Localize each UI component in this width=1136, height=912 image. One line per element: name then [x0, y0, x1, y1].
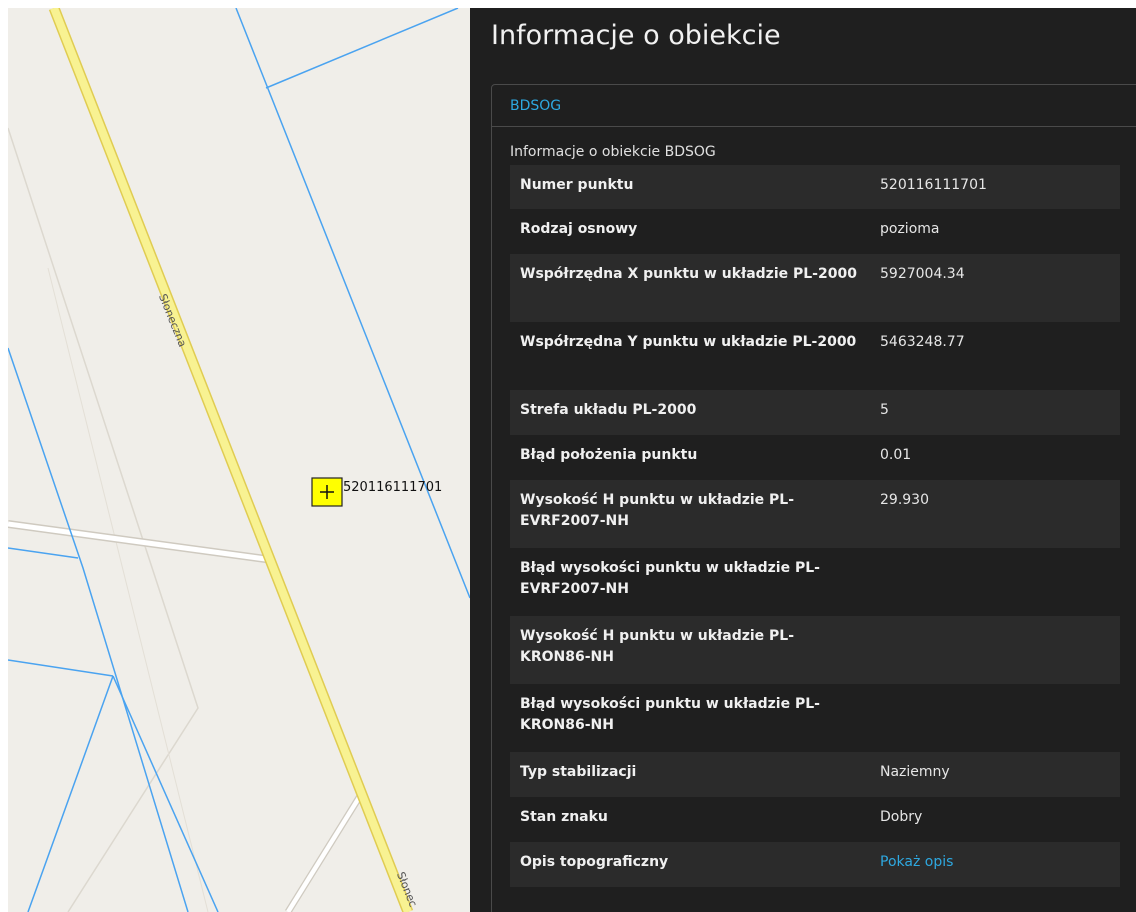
attribute-value-cell: Pokaż opis: [870, 842, 1120, 887]
info-panel: Informacje o obiekcie BDSOG Informacje o…: [470, 8, 1136, 912]
attribute-value: [870, 616, 1120, 684]
map-canvas[interactable]: [8, 8, 470, 912]
table-row: Numer punktu 520116111701: [510, 165, 1120, 209]
attribute-value: 520116111701: [880, 177, 987, 193]
attribute-value: Dobry: [880, 809, 923, 825]
table-row: Wysokość H punktu w układzie PL-EVRF2007…: [510, 480, 1120, 548]
table-row: Błąd wysokości punktu w układzie PL-KRON…: [510, 684, 1120, 752]
attribute-key: Błąd położenia punktu: [520, 447, 698, 463]
attribute-value: pozioma: [880, 221, 940, 237]
attribute-key: Błąd wysokości punktu w układzie PL-EVRF…: [520, 560, 820, 597]
attribute-key: Numer punktu: [520, 177, 634, 193]
table-row: Błąd położenia punktu 0.01: [510, 435, 1120, 480]
attribute-key: Strefa układu PL-2000: [520, 402, 697, 418]
table-row: Strefa układu PL-2000 5: [510, 390, 1120, 435]
map-view[interactable]: 520116111701 Słoneczna Słonec: [8, 8, 470, 912]
attribute-value: 29.930: [880, 492, 929, 508]
attribute-value: [870, 684, 1120, 752]
table-row: Współrzędna Y punktu w układzie PL-2000 5…: [510, 322, 1120, 390]
show-description-link[interactable]: Pokaż opis: [880, 854, 953, 870]
attribute-value: 5: [880, 402, 889, 418]
attribute-value: Naziemny: [880, 764, 950, 780]
attribute-key: Stan znaku: [520, 809, 608, 825]
attribute-value: 0.01: [880, 447, 912, 463]
attribute-key: Wysokość H punktu w układzie PL-EVRF2007…: [520, 492, 795, 529]
panel-title: Informacje o obiekcie: [491, 20, 781, 51]
table-row: Błąd wysokości punktu w układzie PL-EVRF…: [510, 548, 1120, 616]
attribute-key: Błąd wysokości punktu w układzie PL-KRON…: [520, 696, 820, 733]
card-subtitle: Informacje o obiekcie BDSOG: [510, 144, 716, 160]
attribute-value: 5463248.77: [880, 334, 965, 350]
attribute-value: [870, 548, 1120, 616]
bdsog-link[interactable]: BDSOG: [510, 98, 561, 114]
parcel-lines: [8, 8, 470, 912]
main-road: [50, 8, 412, 912]
attribute-key: Współrzędna X punktu w układzie PL-2000: [520, 266, 857, 282]
table-row: Wysokość H punktu w układzie PL-KRON86-N…: [510, 616, 1120, 684]
attribute-value: 5927004.34: [880, 266, 965, 282]
table-row: Stan znaku Dobry: [510, 797, 1120, 842]
attribute-key: Typ stabilizacji: [520, 764, 637, 780]
attribute-key: Wysokość H punktu w układzie PL-KRON86-N…: [520, 628, 795, 665]
table-row: Rodzaj osnowy pozioma: [510, 209, 1120, 254]
table-row: Typ stabilizacji Naziemny: [510, 752, 1120, 797]
attribute-table: Numer punktu 520116111701 Rodzaj osnowy poz…: [510, 165, 1120, 887]
map-track: [8, 127, 199, 912]
bdsog-card: BDSOG Informacje o obiekcie BDSOG Numer …: [491, 84, 1136, 912]
card-header: BDSOG: [492, 85, 1136, 127]
minor-road: [286, 794, 362, 912]
map-track: [47, 267, 209, 912]
attribute-key: Rodzaj osnowy: [520, 221, 638, 237]
attribute-key: Opis topograficzny: [520, 854, 669, 870]
minor-road: [8, 521, 274, 563]
table-row: Opis topograficzny Pokaż opis: [510, 842, 1120, 887]
point-label: 520116111701: [343, 480, 443, 495]
table-row: Współrzędna X punktu w układzie PL-2000 5…: [510, 254, 1120, 322]
attribute-key: Współrzędna Y punktu w układzie PL-2000: [520, 334, 857, 350]
